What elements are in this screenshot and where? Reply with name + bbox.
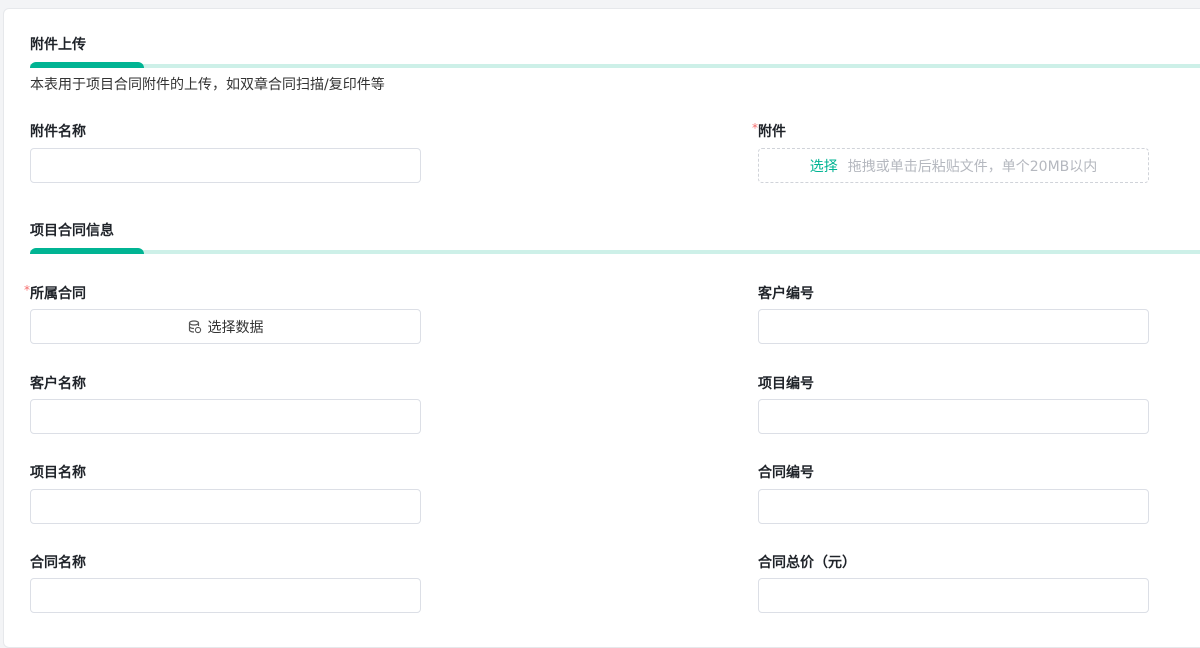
attachment-label-text: 附件 <box>758 124 786 140</box>
section-divider-accent <box>30 248 144 254</box>
attachment-label: *附件 <box>752 121 786 141</box>
select-data-label: 选择数据 <box>207 319 264 336</box>
section-description: 本表用于项目合同附件的上传，如双章合同扫描/复印件等 <box>30 77 385 93</box>
project-name-label: 项目名称 <box>30 465 86 481</box>
project-no-input[interactable] <box>758 399 1149 434</box>
contract-total-input[interactable] <box>758 578 1149 613</box>
upload-hint: 拖拽或单击后粘贴文件，单个20MB以内 <box>847 158 1098 175</box>
contract-name-input[interactable] <box>30 578 421 613</box>
contract-total-label: 合同总价（元） <box>758 555 856 571</box>
section-divider-accent <box>30 62 144 68</box>
section-divider <box>30 250 1200 254</box>
section-title-attachment: 附件上传 <box>30 37 86 53</box>
customer-name-label: 客户名称 <box>30 376 86 392</box>
section-divider <box>30 64 1200 68</box>
customer-name-input[interactable] <box>30 399 421 434</box>
customer-no-input[interactable] <box>758 309 1149 344</box>
contract-name-label: 合同名称 <box>30 555 86 571</box>
contract-no-label: 合同编号 <box>758 465 814 481</box>
project-name-input[interactable] <box>30 489 421 524</box>
attachment-upload-area[interactable]: 选择 拖拽或单击后粘贴文件，单个20MB以内 <box>758 148 1149 183</box>
contract-label-text: 所属合同 <box>30 286 86 302</box>
attachment-name-label: 附件名称 <box>30 124 86 140</box>
project-no-label: 项目编号 <box>758 376 814 392</box>
section-title-contract-info: 项目合同信息 <box>30 223 114 239</box>
customer-no-label: 客户编号 <box>758 286 814 302</box>
database-icon <box>188 319 201 333</box>
upload-select-link[interactable]: 选择 <box>810 156 838 176</box>
attachment-name-input[interactable] <box>30 148 421 183</box>
select-data-button[interactable]: 选择数据 <box>30 309 421 344</box>
contract-label: *所属合同 <box>24 283 86 303</box>
contract-no-input[interactable] <box>758 489 1149 524</box>
